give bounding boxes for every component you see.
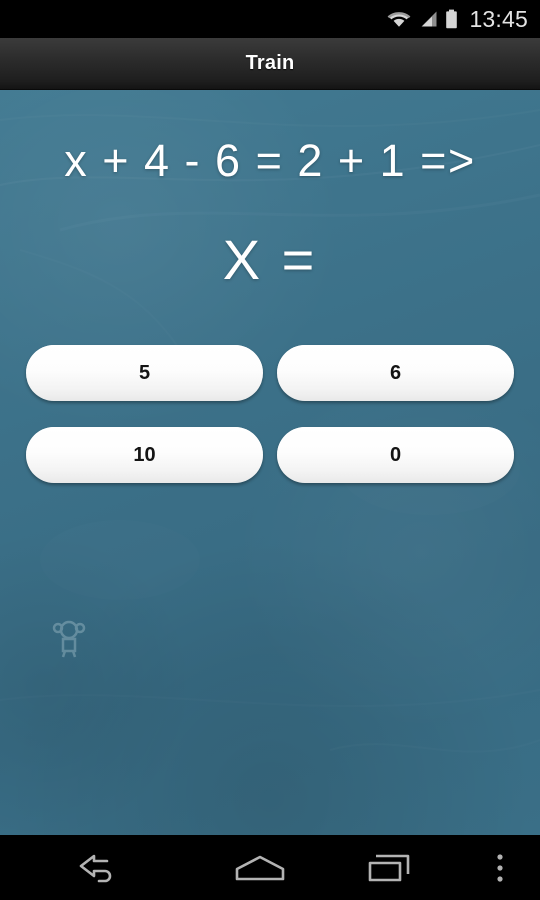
cellular-signal-icon: [421, 11, 437, 27]
status-bar-clock: 13:45: [469, 5, 528, 32]
nav-recents-button[interactable]: [320, 835, 460, 900]
answer-button-1[interactable]: 5: [26, 345, 263, 401]
equation-text: x + 4 - 6 = 2 + 1 =>: [64, 135, 476, 186]
answer-button-3[interactable]: 10: [26, 427, 263, 483]
unknown-prompt-text: X =: [222, 228, 318, 291]
status-bar: 13:45: [0, 0, 540, 38]
navigation-bar: [0, 835, 540, 900]
answer-button-2[interactable]: 6: [277, 345, 514, 401]
answer-button-4[interactable]: 0: [277, 427, 514, 483]
back-icon: [79, 854, 112, 882]
recents-icon: [368, 854, 410, 881]
phone-screen: 13:45 Train x + 4 - 6 = 2 + 1 => X = 5 6…: [0, 0, 540, 900]
wifi-icon: [388, 12, 411, 27]
nav-home-button[interactable]: [200, 835, 320, 900]
action-bar: Train: [0, 38, 540, 90]
nav-overflow-button[interactable]: [460, 835, 540, 900]
battery-icon: [446, 9, 458, 29]
chalkboard-content: x + 4 - 6 = 2 + 1 => X = 5 6 10 0: [0, 90, 540, 835]
chalk-doodle-icon: [52, 620, 86, 658]
status-icon-group: [387, 9, 458, 29]
home-icon: [235, 855, 285, 880]
overflow-menu-icon: [497, 853, 503, 882]
page-title: Train: [245, 52, 295, 74]
nav-back-button[interactable]: [0, 835, 200, 900]
answer-options-grid: 5 6 10 0: [26, 345, 514, 483]
